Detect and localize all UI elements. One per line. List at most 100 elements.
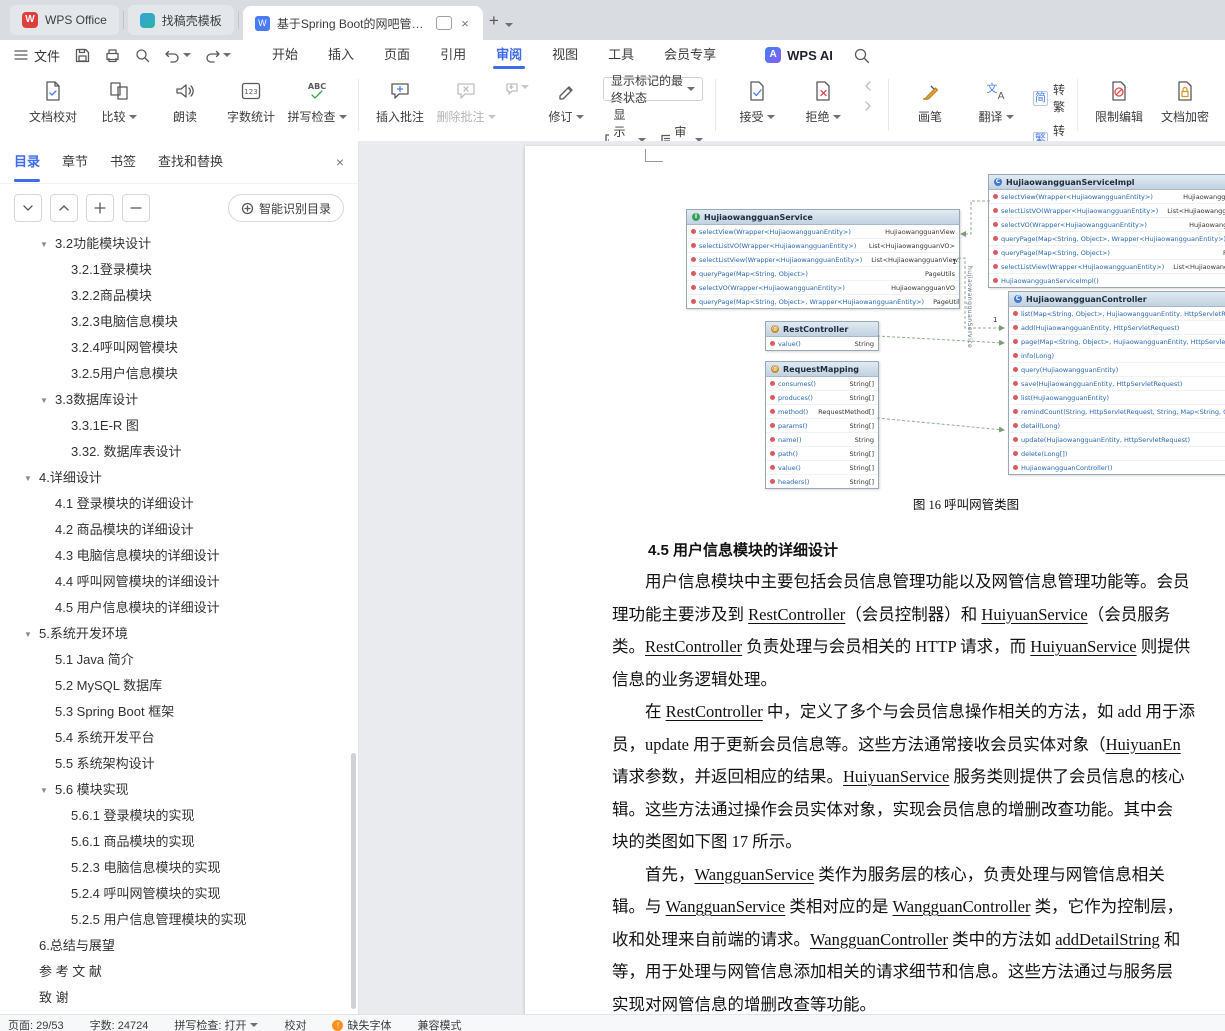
toc-item[interactable]: 3.3数据库设计 [0, 385, 350, 411]
toc-expander-icon[interactable] [40, 391, 55, 406]
read-aloud-button[interactable]: 朗读 [156, 77, 214, 127]
toc-item[interactable]: 4.3 电脑信息模块的详细设计 [0, 541, 350, 567]
previous-change-button[interactable] [860, 79, 876, 93]
zoom-out-button[interactable] [122, 194, 150, 222]
toc-expander-icon[interactable] [24, 469, 39, 484]
spell-check-chevron-icon[interactable] [338, 114, 347, 123]
compat-mode-indicator[interactable]: 兼容模式 [417, 1017, 461, 1031]
word-count-button[interactable]: 123 字数统计 [222, 77, 280, 127]
accept-button[interactable]: 接受 [728, 77, 786, 127]
toc-item[interactable]: 5.1 Java 简介 [0, 645, 350, 671]
compare-chevron-icon[interactable] [128, 114, 137, 123]
toc-item[interactable]: 3.2功能模块设计 [0, 229, 350, 255]
proofread-indicator[interactable]: 校对 [284, 1017, 306, 1031]
toc-item[interactable]: 5.5 系统架构设计 [0, 749, 350, 775]
toc-item[interactable]: 5.2.3 电脑信息模块的实现 [0, 853, 350, 879]
tab-home[interactable]: 开始 [257, 41, 313, 69]
sidebar-close-icon[interactable]: × [336, 154, 344, 170]
document-page[interactable]: HujiaowangguanService selectView(Wrapper<… [525, 146, 1225, 1017]
undo-chevron-icon[interactable] [183, 53, 192, 61]
compare-button[interactable]: 比较 [90, 77, 148, 127]
toc-item[interactable]: 5.3 Spring Boot 框架 [0, 697, 350, 723]
undo-button[interactable] [164, 48, 192, 63]
tab-tools[interactable]: 工具 [593, 41, 649, 69]
redo-button[interactable] [204, 48, 232, 63]
tab-page[interactable]: 页面 [369, 41, 425, 69]
tab-reference[interactable]: 引用 [425, 41, 481, 69]
print-icon[interactable] [104, 47, 121, 64]
tab-list-chevron-icon[interactable] [504, 23, 513, 31]
wps-ai-button[interactable]: A WPS AI [765, 47, 833, 63]
track-changes-button[interactable]: 修订 [537, 77, 595, 127]
translate-button[interactable]: 文 A 翻译 [967, 77, 1025, 127]
close-document-tab-icon[interactable]: × [459, 16, 471, 31]
sidebar-tab-contents[interactable]: 目录 [14, 142, 41, 182]
doc-proofread-button[interactable]: 文档校对 [24, 77, 82, 127]
search-icon[interactable] [853, 47, 870, 64]
home-tab[interactable]: W WPS Office [10, 5, 119, 35]
reject-chevron-icon[interactable] [832, 114, 841, 123]
toc-item[interactable]: 4.5 用户信息模块的详细设计 [0, 593, 350, 619]
sidebar-scrollbar[interactable] [351, 753, 356, 1009]
new-tab-button[interactable]: + [489, 11, 499, 31]
toc-item[interactable]: 5.6.1 商品模块的实现 [0, 827, 350, 853]
translate-chevron-icon[interactable] [1005, 114, 1014, 123]
to-traditional-button[interactable]: 简 转繁 [1033, 81, 1065, 115]
missing-font-warning[interactable]: 缺失字体 [332, 1017, 391, 1031]
toc-item[interactable]: 3.2.1登录模块 [0, 255, 350, 281]
toc-item[interactable]: 参 考 文 献 [0, 957, 350, 983]
toc-item[interactable]: 3.32. 数据库表设计 [0, 437, 350, 463]
toc-expander-icon[interactable] [40, 235, 55, 250]
ink-brush-button[interactable]: 画笔 [901, 77, 959, 127]
toc-item[interactable]: 5.6 模块实现 [0, 775, 350, 801]
sidebar-tab-find-replace[interactable]: 查找和替换 [158, 142, 223, 182]
tab-insert[interactable]: 插入 [313, 41, 369, 69]
sidebar-tab-bookmarks[interactable]: 书签 [110, 142, 136, 182]
spellcheck-indicator[interactable]: 拼写检查: 打开 [174, 1017, 259, 1031]
toc-item[interactable]: 5.2.4 呼叫网管模块的实现 [0, 879, 350, 905]
toc-expander-icon[interactable] [24, 625, 39, 640]
sidebar-tab-chapters[interactable]: 章节 [62, 142, 88, 182]
toc-item[interactable]: 3.2.2商品模块 [0, 281, 350, 307]
delete-comment-button[interactable]: 删除批注 [437, 77, 496, 127]
toc-item[interactable]: 致 谢 [0, 983, 350, 1009]
expand-all-button[interactable] [14, 194, 42, 222]
redo-chevron-icon[interactable] [223, 53, 232, 61]
toc-item[interactable]: 5.系统开发环境 [0, 619, 350, 645]
toc-item[interactable]: 3.2.5用户信息模块 [0, 359, 350, 385]
toc-item[interactable]: 5.6.1 登录模块的实现 [0, 801, 350, 827]
toc-item[interactable]: 4.1 登录模块的详细设计 [0, 489, 350, 515]
toc-item[interactable]: 3.2.3电脑信息模块 [0, 307, 350, 333]
page-indicator[interactable]: 页面: 29/53 [8, 1017, 64, 1031]
zoom-in-button[interactable] [86, 194, 114, 222]
toc-item[interactable]: 4.2 商品模块的详细设计 [0, 515, 350, 541]
tab-view[interactable]: 视图 [537, 41, 593, 69]
insert-comment-button[interactable]: 插入批注 [371, 77, 429, 127]
encrypt-button[interactable]: 文档加密 [1156, 77, 1214, 127]
toc-item[interactable]: 5.2.5 用户信息管理模块的实现 [0, 905, 350, 931]
toc-item[interactable]: 5.2 MySQL 数据库 [0, 671, 350, 697]
toc-item[interactable]: 5.4 系统开发平台 [0, 723, 350, 749]
smart-recognize-toc-button[interactable]: 智能识别目录 [227, 194, 344, 222]
previous-comment-button[interactable] [503, 79, 529, 95]
toc-item[interactable]: 4.4 呼叫网管模块的详细设计 [0, 567, 350, 593]
save-icon[interactable] [74, 47, 91, 64]
next-change-button[interactable] [860, 99, 876, 113]
template-site-tab[interactable]: 找稿壳模板 [127, 5, 234, 35]
tab-member[interactable]: 会员专享 [649, 41, 731, 69]
toc-item[interactable]: 3.3.1E-R 图 [0, 411, 350, 437]
track-changes-chevron-icon[interactable] [575, 114, 584, 123]
collapse-all-button[interactable] [50, 194, 78, 222]
document-tab[interactable]: W 基于Spring Boot的网吧管理系 × [242, 6, 483, 40]
accept-chevron-icon[interactable] [766, 114, 775, 123]
toc-item[interactable]: 4.详细设计 [0, 463, 350, 489]
reject-button[interactable]: 拒绝 [794, 77, 852, 127]
document-workspace[interactable]: HujiaowangguanService selectView(Wrapper<… [359, 141, 1225, 1017]
toc-expander-icon[interactable] [40, 781, 55, 796]
print-preview-icon[interactable] [134, 47, 151, 64]
markup-state-select[interactable]: 显示标记的最终状态 [603, 74, 704, 105]
word-count-indicator[interactable]: 字数: 24724 [90, 1017, 149, 1031]
tab-review[interactable]: 审阅 [481, 41, 537, 69]
file-menu-button[interactable]: 文件 [14, 46, 60, 65]
restrict-editing-button[interactable]: 限制编辑 [1090, 77, 1148, 127]
